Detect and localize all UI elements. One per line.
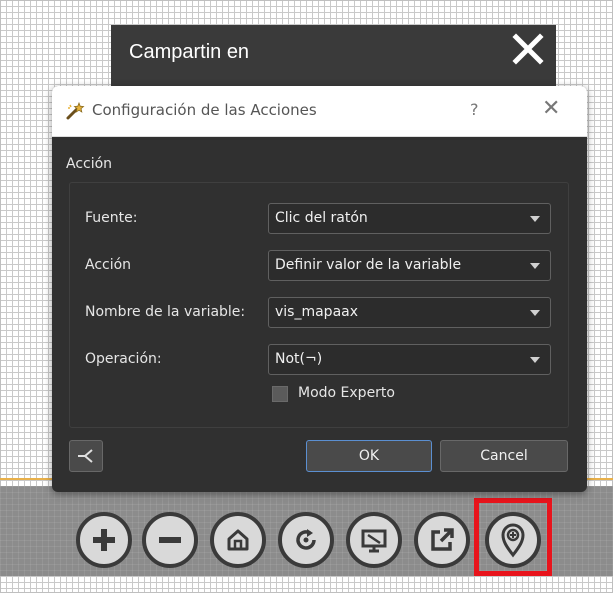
action-select-value: Definir valor de la variable [275,257,462,273]
close-x-icon[interactable] [510,29,546,69]
highlight-box [474,498,552,576]
external-link-icon [431,528,454,551]
dropdown-arrow-icon [530,310,540,316]
variable-name-select[interactable]: vis_mapaax [268,297,551,328]
home-button[interactable] [210,512,266,568]
zoom-in-icon [93,529,115,551]
screen-button[interactable] [346,512,402,568]
operation-select[interactable]: Not(¬) [268,344,551,375]
variable-name-select-value: vis_mapaax [275,304,359,320]
dialog-titlebar: Configuración de las Acciones ? ✕ [52,86,587,137]
wand-star-icon [66,101,85,120]
dialog-title: Configuración de las Acciones [92,101,317,119]
action-select[interactable]: Definir valor de la variable [268,250,551,281]
external-link-button[interactable] [414,512,470,568]
refresh-icon [296,529,316,550]
source-select[interactable]: Clic del ratón [268,203,551,234]
help-button[interactable]: ? [470,100,479,119]
ok-button[interactable]: OK [306,440,432,472]
variable-name-label: Nombre de la variable: [85,304,246,320]
dialog-close-button[interactable]: ✕ [542,98,560,120]
zoom-out-button[interactable] [142,512,198,568]
action-label: Acción [85,257,132,273]
section-label: Acción [66,156,113,172]
zoom-out-icon [159,537,181,543]
cancel-button[interactable]: Cancel [440,440,568,472]
source-label: Fuente: [85,210,138,226]
source-select-value: Clic del ratón [275,210,368,226]
action-settings-dialog: Configuración de las Acciones ? ✕ Acción… [52,86,587,492]
expert-mode-label[interactable]: Modo Experto [298,385,395,401]
share-bar-title: Campartin en [129,41,250,63]
refresh-button[interactable] [278,512,334,568]
home-icon [227,529,249,551]
connector-button[interactable] [69,440,103,472]
dropdown-arrow-icon [530,216,540,222]
screen-icon [361,529,387,553]
operation-label: Operación: [85,351,162,367]
dropdown-arrow-icon [530,263,540,269]
operation-select-value: Not(¬) [275,351,323,367]
expert-mode-checkbox[interactable] [272,386,288,402]
connector-icon [78,449,93,463]
dropdown-arrow-icon [530,357,540,363]
zoom-in-button[interactable] [76,512,132,568]
